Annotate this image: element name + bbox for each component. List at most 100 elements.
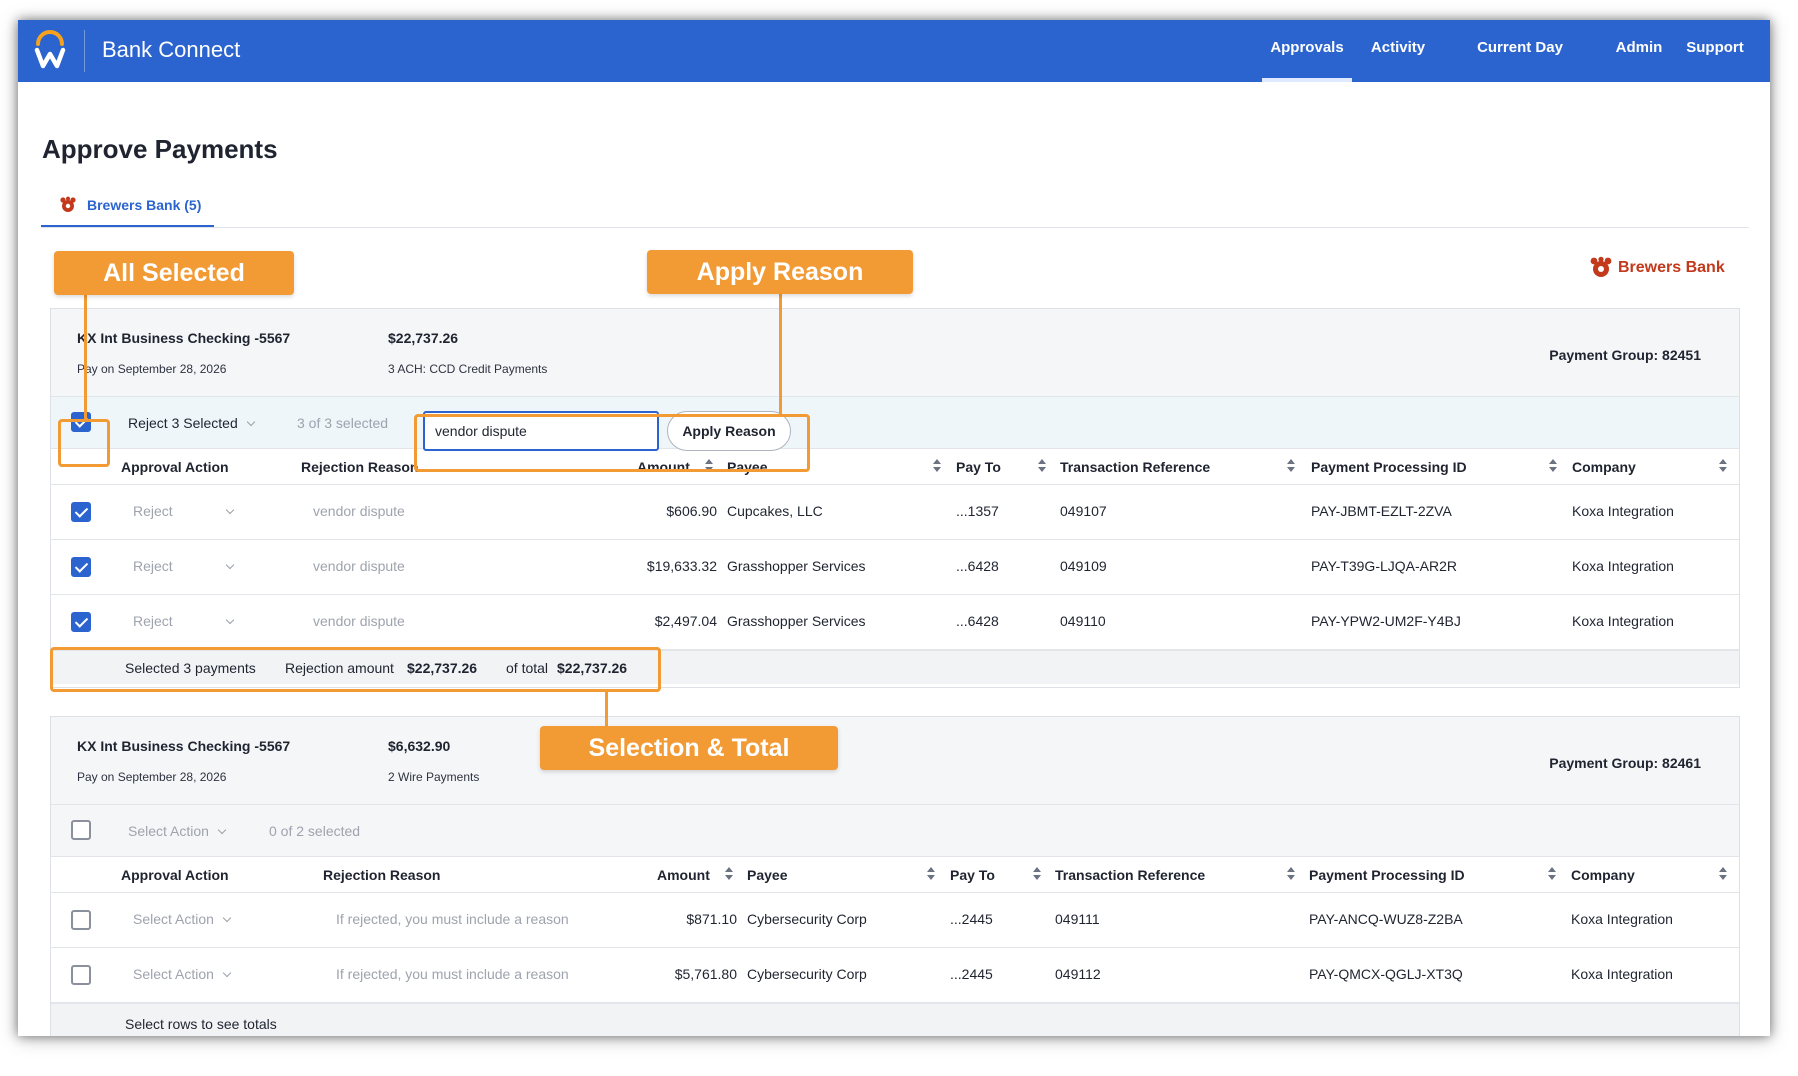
app-window: Bank Connect Approvals Activity Current … [18,20,1770,1036]
chevron-down-icon [246,417,255,427]
selected-count: 0 of 2 selected [269,823,361,839]
sort-icon[interactable] [1038,458,1046,474]
col-rejection-reason: Rejection Reason [301,459,419,475]
chevron-down-icon [225,560,234,570]
row-checkbox[interactable] [71,910,91,930]
tab-brewers-bank[interactable]: Brewers Bank (5) [41,190,214,228]
nav-activity[interactable]: Activity [1363,20,1433,82]
chevron-down-icon [222,913,232,923]
row-checkbox[interactable] [71,612,91,632]
select-all-checkbox[interactable] [71,820,91,840]
select-all-checkbox[interactable] [71,412,91,432]
payee: Grasshopper Services [727,558,866,574]
bulk-action-bar: Reject 3 Selected 3 of 3 selected [51,397,1739,449]
amount: $19,633.32 [646,558,717,574]
rejection-reason[interactable]: vendor dispute [313,613,405,629]
col-amount[interactable]: Amount [657,867,710,883]
col-payee[interactable]: Payee [727,459,767,475]
sort-icon[interactable] [1719,458,1727,474]
totals-hint: Select rows to see totals [125,1016,277,1032]
payment-processing-id: PAY-QMCX-QGLJ-XT3Q [1309,966,1463,982]
account-name: KX Int Business Checking -5567 [77,330,291,346]
payment-processing-id: PAY-JBMT-EZLT-2ZVA [1311,503,1452,519]
transaction-reference: 049110 [1060,613,1106,629]
approval-action-dropdown[interactable]: Reject [133,558,234,574]
account-name: KX Int Business Checking -5567 [77,738,291,754]
col-company[interactable]: Company [1572,459,1636,475]
approval-action-dropdown[interactable]: Select Action [133,966,232,982]
rejection-reason-input[interactable] [423,411,659,451]
table-header: Approval Action Rejection Reason Amount … [51,857,1739,893]
rejection-reason-placeholder[interactable]: If rejected, you must include a reason [336,911,569,927]
page-title: Approve Payments [42,134,278,164]
row-checkbox[interactable] [71,502,91,522]
nav-approvals[interactable]: Approvals [1262,20,1352,82]
sort-icon[interactable] [1287,866,1295,882]
col-transaction-reference[interactable]: Transaction Reference [1060,459,1210,475]
payment-count: 3 ACH: CCD Credit Payments [388,362,548,376]
table-row[interactable]: Reject vendor dispute $19,633.32 Grassho… [51,540,1739,595]
chevron-down-icon [225,505,234,515]
group-header: KX Int Business Checking -5567 Pay on Se… [51,309,1739,397]
table-row[interactable]: Select Action If rejected, you must incl… [51,948,1739,1003]
nav-support[interactable]: Support [1682,20,1748,82]
sort-icon[interactable] [1719,866,1727,882]
approval-action-value: Select Action [133,966,214,982]
payment-group-82451: KX Int Business Checking -5567 Pay on Se… [50,308,1740,688]
payee: Cybersecurity Corp [747,911,867,927]
apply-reason-button[interactable]: Apply Reason [667,411,791,451]
company: Koxa Integration [1572,613,1674,629]
col-payment-processing-id[interactable]: Payment Processing ID [1311,459,1467,475]
payment-processing-id: PAY-ANCQ-WUZ8-Z2BA [1309,911,1463,927]
table-row[interactable]: Reject vendor dispute $606.90 Cupcakes, … [51,485,1739,540]
table-header: Approval Action Rejection Reason Amount … [51,449,1739,485]
approval-action-value: Reject [133,558,173,574]
col-approval-action: Approval Action [121,867,229,883]
col-transaction-reference[interactable]: Transaction Reference [1055,867,1205,883]
workday-logo-icon[interactable] [32,28,68,74]
rejection-reason-placeholder[interactable]: If rejected, you must include a reason [336,966,569,982]
approval-action-value: Select Action [133,911,214,927]
bulk-action-dropdown[interactable]: Reject 3 Selected [128,415,255,431]
transaction-reference: 049109 [1060,558,1107,574]
selected-count: 3 of 3 selected [297,415,389,431]
approval-action-dropdown[interactable]: Select Action [133,911,232,927]
sort-icon[interactable] [705,458,713,474]
col-amount[interactable]: Amount [637,459,690,475]
row-checkbox[interactable] [71,557,91,577]
sort-icon[interactable] [1033,866,1041,882]
bulk-action-dropdown[interactable]: Select Action [128,823,227,839]
col-payee[interactable]: Payee [747,867,787,883]
sort-icon[interactable] [725,866,733,882]
pay-to: ...6428 [956,613,999,629]
brewers-bank-logo: Brewers Bank [1589,256,1729,282]
sort-icon[interactable] [1549,458,1557,474]
payment-group-id: Payment Group: 82451 [1549,347,1701,363]
sort-icon[interactable] [1548,866,1556,882]
approval-action-dropdown[interactable]: Reject [133,503,234,519]
approval-action-dropdown[interactable]: Reject [133,613,234,629]
bulk-action-label: Reject 3 Selected [128,415,238,431]
rejection-amount: $22,737.26 [407,660,478,676]
payment-group-82461: KX Int Business Checking -5567 Pay on Se… [50,716,1740,1036]
col-company[interactable]: Company [1571,867,1635,883]
table-row[interactable]: Select Action If rejected, you must incl… [51,893,1739,948]
rejection-reason[interactable]: vendor dispute [313,503,405,519]
col-pay-to[interactable]: Pay To [950,867,995,883]
rejection-reason[interactable]: vendor dispute [313,558,405,574]
approval-action-value: Reject [133,613,173,629]
nav-current-day-reporting[interactable]: Current Day Reporting [1443,20,1597,112]
group-amount: $22,737.26 [388,330,459,346]
amount: $2,497.04 [654,613,717,629]
table-row[interactable]: Reject vendor dispute $2,497.04 Grasshop… [51,595,1739,650]
sort-icon[interactable] [927,866,935,882]
col-payment-processing-id[interactable]: Payment Processing ID [1309,867,1465,883]
nav-admin[interactable]: Admin [1611,20,1667,82]
sort-icon[interactable] [933,458,941,474]
row-checkbox[interactable] [71,965,91,985]
tab-divider [41,227,1749,228]
col-pay-to[interactable]: Pay To [956,459,1001,475]
col-approval-action: Approval Action [121,459,229,475]
sort-icon[interactable] [1287,458,1295,474]
pay-to: ...1357 [956,503,999,519]
